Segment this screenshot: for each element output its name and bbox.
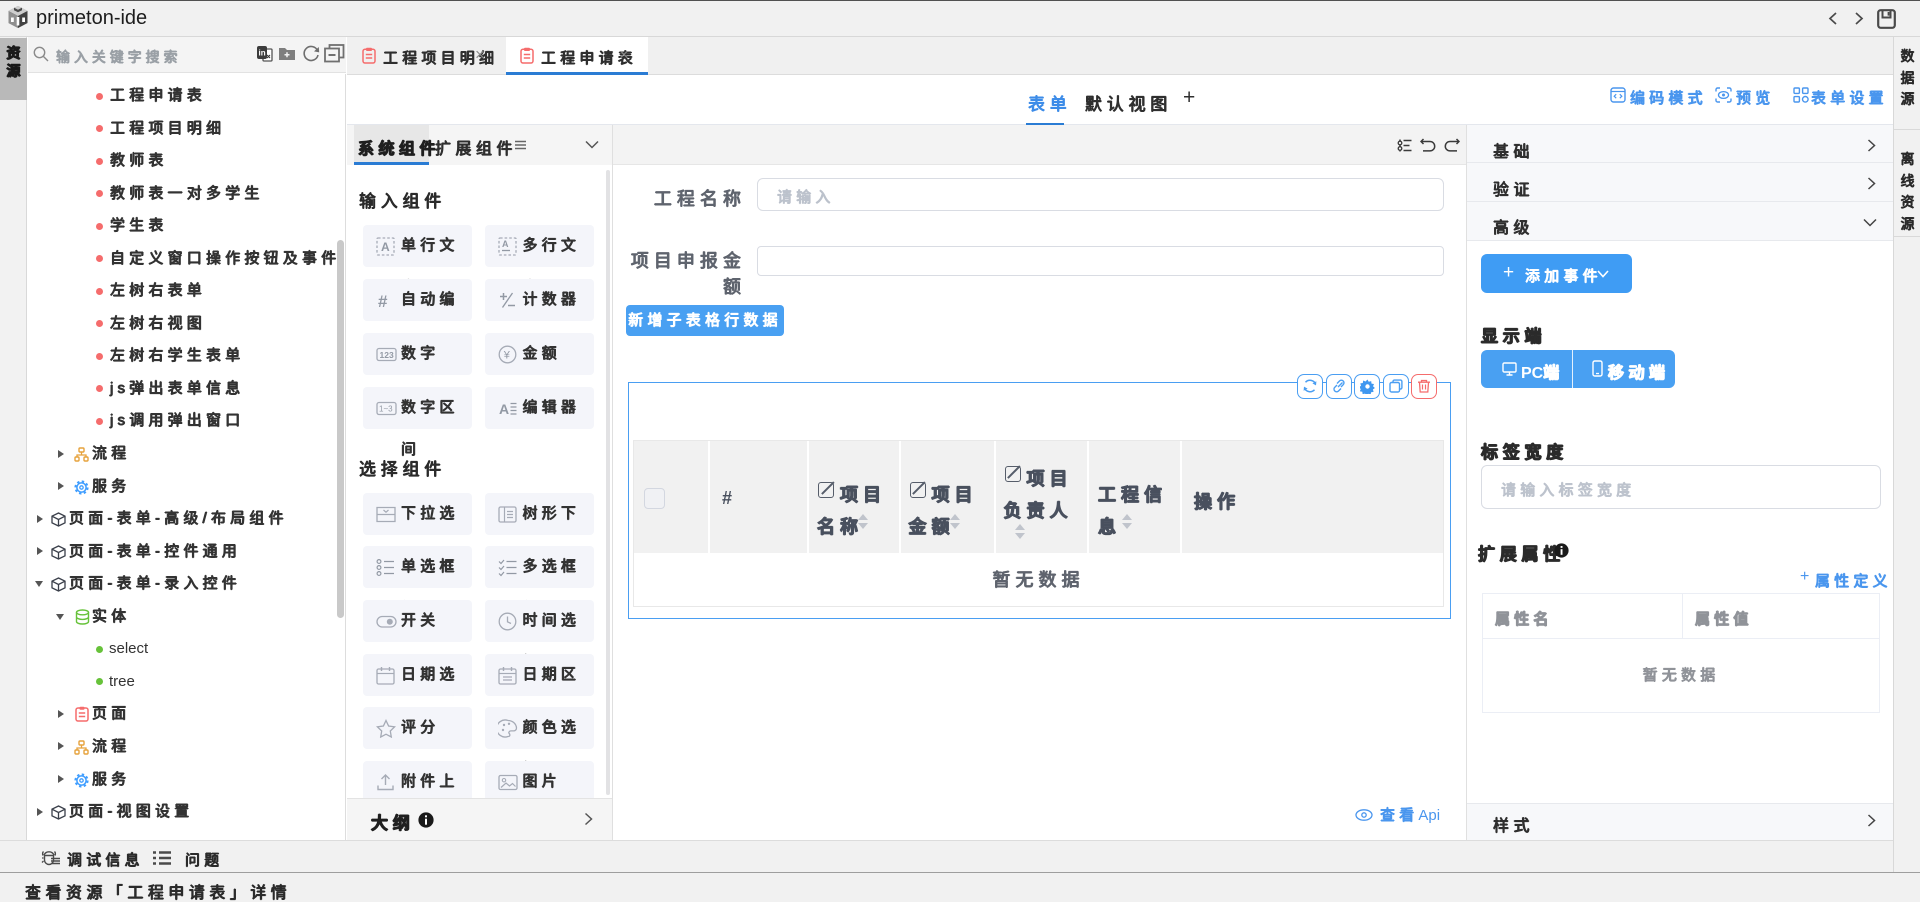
svg-text:#: # <box>378 292 388 310</box>
svg-text:A: A <box>502 239 509 249</box>
svg-text:1~3: 1~3 <box>379 404 393 413</box>
svg-text:in: in <box>259 49 266 58</box>
svg-text:123: 123 <box>380 350 394 360</box>
svg-text:A: A <box>381 240 390 254</box>
svg-text:A: A <box>499 401 509 417</box>
svg-text:¥: ¥ <box>502 349 510 361</box>
